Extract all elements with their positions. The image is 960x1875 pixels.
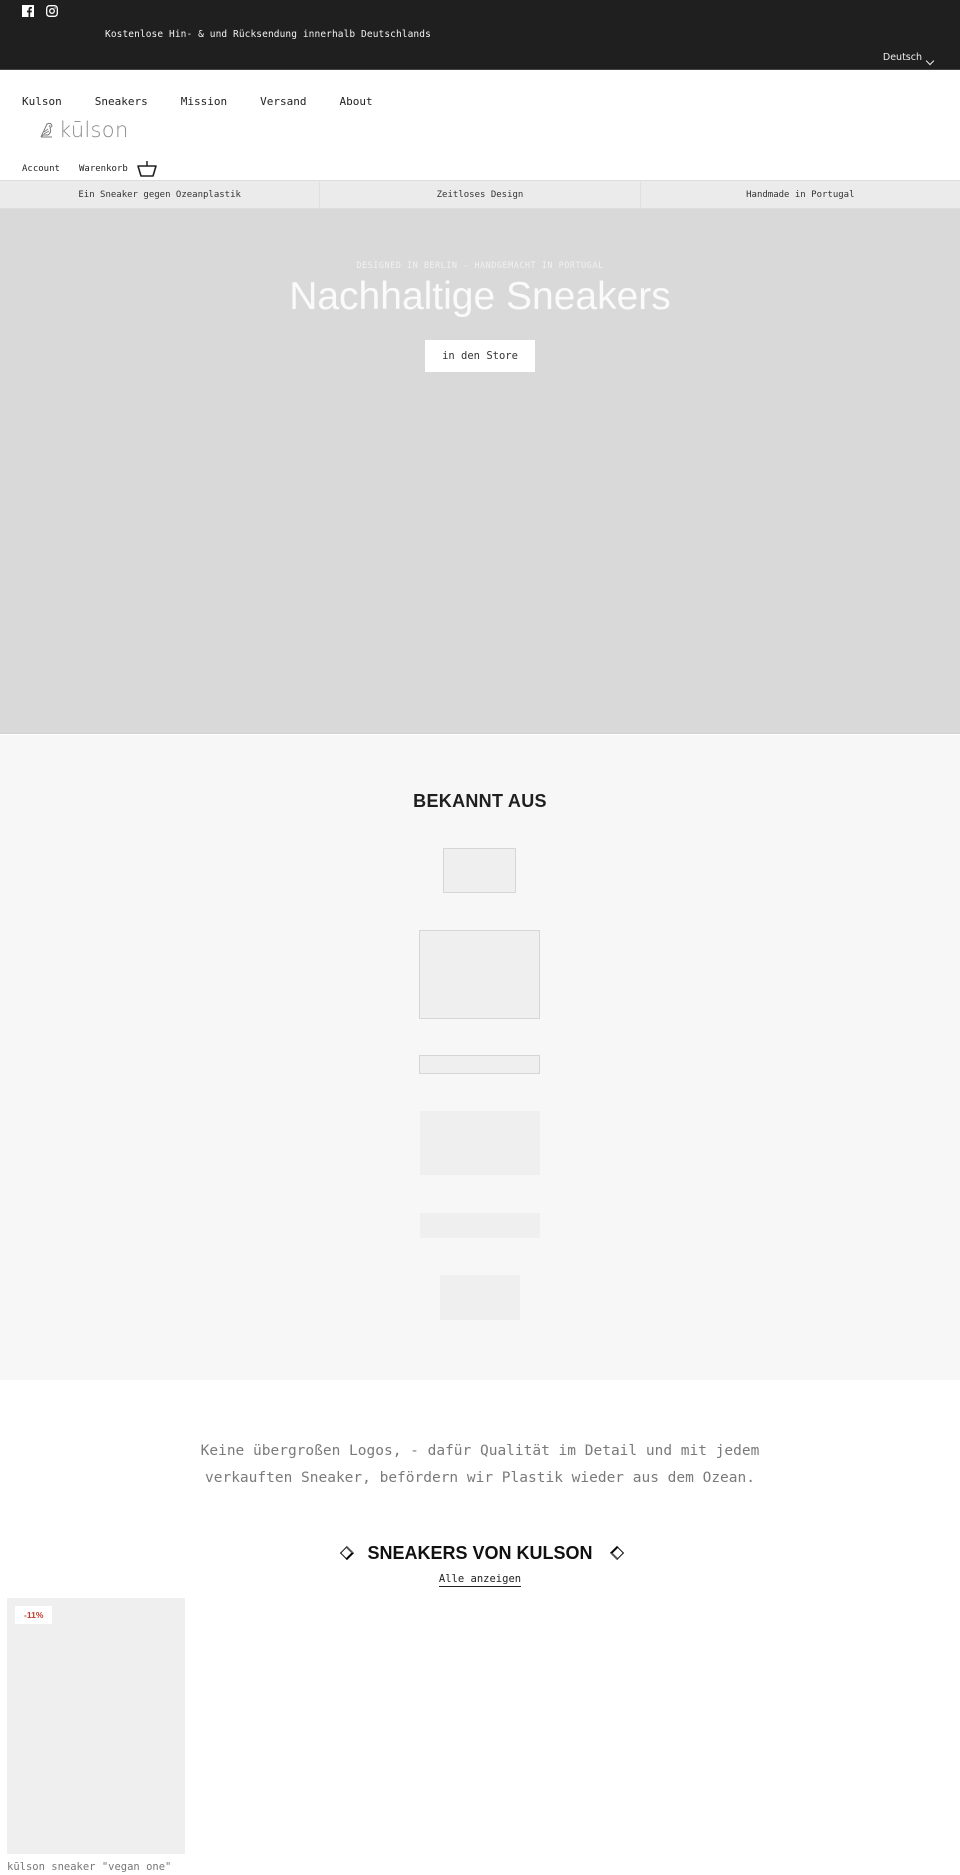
cart-link[interactable]: Warenkorb <box>79 164 128 174</box>
nav-item-kulson[interactable]: Kulson <box>22 95 62 108</box>
usp-item: Zeitloses Design <box>320 181 641 208</box>
usp-bar: Ein Sneaker gegen Ozeanplastik Zeitloses… <box>0 180 960 209</box>
social-links <box>22 5 58 17</box>
press-logo[interactable] <box>440 1275 520 1320</box>
hero-title: Nachhaltige Sneakers <box>289 275 671 318</box>
press-logo[interactable] <box>419 1055 540 1074</box>
product-card[interactable]: -11% kūlson sneaker "vegan one" <box>7 1598 185 1873</box>
facebook-icon <box>22 5 34 17</box>
mission-line: Keine übergroßen Logos, - dafür Qualität… <box>200 1443 760 1459</box>
shipping-announcement: Kostenlose Hin- & und Rücksendung innerh… <box>105 29 431 40</box>
hero-eyebrow: DESIGNED IN BERLIN - HANDGEMACHT IN PORT… <box>356 261 604 271</box>
site-logo[interactable]: kūlson <box>38 118 129 142</box>
basket-icon[interactable] <box>137 160 157 178</box>
instagram-icon <box>46 5 58 17</box>
logo-wordmark: kūlson <box>59 118 129 142</box>
nav-item-versand[interactable]: Versand <box>260 95 306 108</box>
press-logo[interactable] <box>443 848 516 893</box>
press-logo[interactable] <box>420 1111 540 1175</box>
usp-item: Handmade in Portugal <box>746 189 855 200</box>
press-title: BEKANNT AUS <box>413 791 547 811</box>
mission-statement: Keine übergroßen Logos, - dafür Qualität… <box>0 1438 960 1492</box>
bird-logo-icon <box>40 122 53 138</box>
chevron-down-icon[interactable] <box>925 56 935 66</box>
press-logo[interactable] <box>419 930 540 1019</box>
nav-item-sneakers[interactable]: Sneakers <box>95 95 148 108</box>
view-all-link[interactable]: Alle anzeigen <box>438 1573 522 1587</box>
main-nav: Kulson Sneakers Mission Versand About <box>22 95 406 108</box>
usp-item: Ein Sneaker gegen Ozeanplastik <box>0 181 321 208</box>
nav-item-mission[interactable]: Mission <box>181 95 227 108</box>
account-link[interactable]: Account <box>22 164 60 174</box>
instagram-link[interactable] <box>46 5 58 17</box>
language-selector[interactable]: Deutsch <box>883 52 922 63</box>
nav-item-about[interactable]: About <box>339 95 372 108</box>
press-section: BEKANNT AUS <box>0 735 960 1380</box>
product-name[interactable]: kūlson sneaker "vegan one" <box>7 1861 185 1873</box>
product-carousel-header: SNEAKERS VON KULSON Alle anzeigen <box>0 1540 960 1590</box>
press-logo[interactable] <box>420 1213 540 1238</box>
product-image[interactable]: -11% <box>7 1598 185 1854</box>
hero-banner: DESIGNED IN BERLIN - HANDGEMACHT IN PORT… <box>0 209 960 734</box>
carousel-title: SNEAKERS VON KULSON <box>367 1543 593 1563</box>
facebook-link[interactable] <box>22 5 34 17</box>
mission-line: verkauften Sneaker, befördern wir Plasti… <box>205 1470 755 1486</box>
announcement-bar: Kostenlose Hin- & und Rücksendung innerh… <box>0 0 960 70</box>
discount-badge: -11% <box>15 1606 53 1624</box>
store-button[interactable]: in den Store <box>425 340 535 372</box>
